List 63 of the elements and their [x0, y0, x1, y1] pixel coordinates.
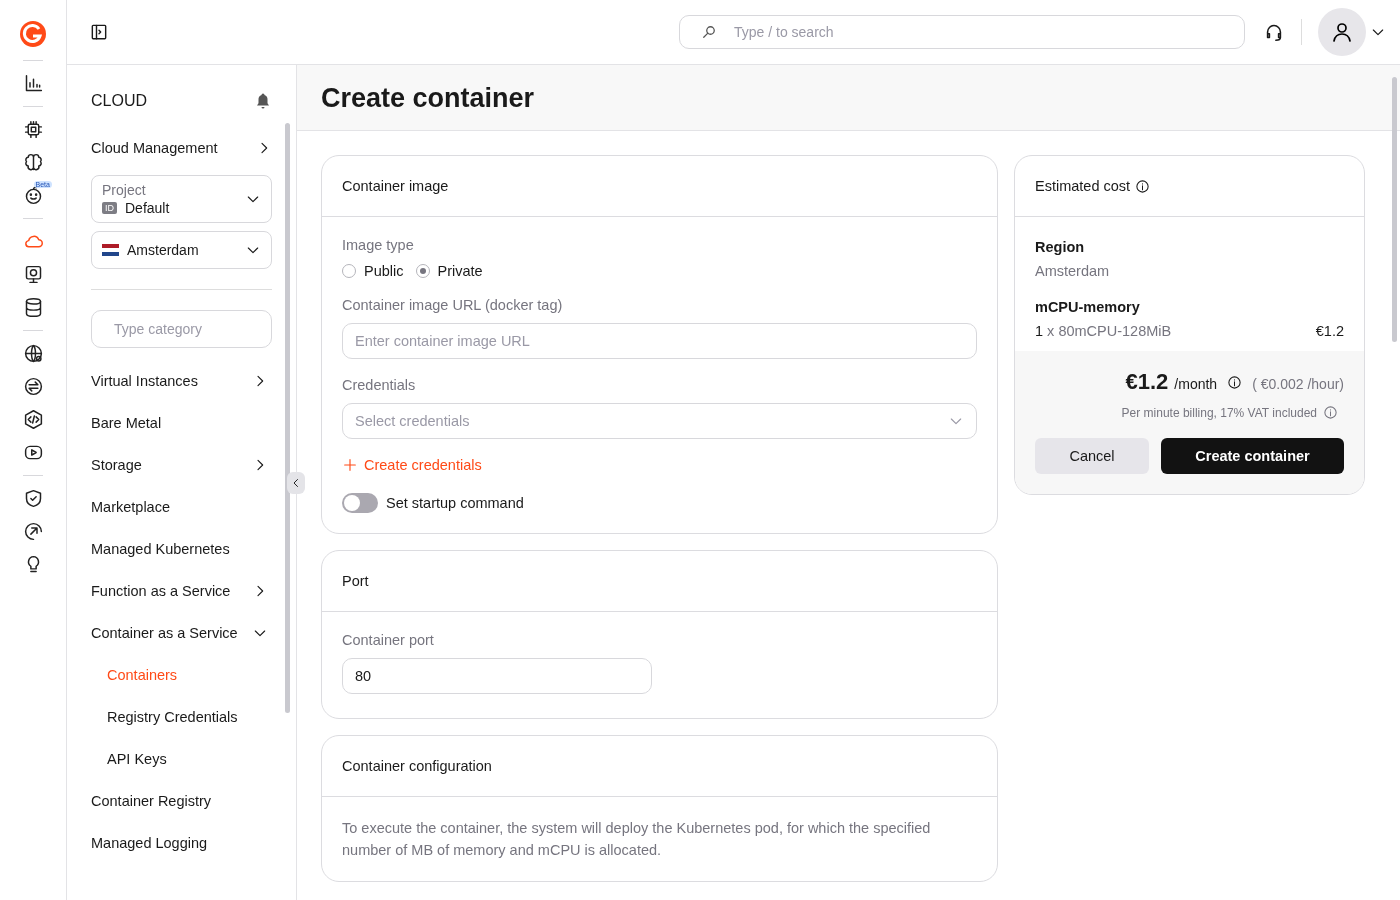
card-title: Container configuration	[322, 736, 997, 797]
nav-item[interactable]: Virtual Instances	[91, 360, 272, 402]
nav-item[interactable]: Storage	[91, 444, 272, 486]
plus-icon	[342, 457, 358, 473]
create-button[interactable]: Create container	[1161, 438, 1344, 474]
search-icon	[700, 23, 718, 41]
radio-option[interactable]: Public	[342, 263, 404, 279]
code-hexagon-icon[interactable]	[22, 409, 44, 430]
avatar-button[interactable]	[1318, 8, 1366, 56]
region-value: Amsterdam	[1035, 263, 1111, 279]
cloud-management-menu[interactable]: Cloud Management	[91, 127, 272, 169]
logo-icon[interactable]	[19, 20, 47, 48]
globe-icon[interactable]	[22, 343, 44, 364]
description-text: To execute the container, the system will deploy the Kubernetes pod, for which the specified number of MB of memory and mCPU is allocated.	[342, 819, 932, 860]
nav-item[interactable]: Container as a Service	[91, 612, 272, 654]
card-title: Estimated cost	[1035, 178, 1131, 194]
info-icon	[1323, 405, 1338, 420]
nav-item[interactable]: Managed Kubernetes	[91, 528, 272, 570]
search-field[interactable]: Type / to search	[679, 15, 1245, 49]
card-title: Port	[322, 551, 997, 612]
url-input-field[interactable]: Enter container image URL	[342, 323, 977, 359]
hourly-price: ( €0.002 /hour)	[1252, 376, 1344, 392]
category-search-field[interactable]: Type category	[91, 310, 272, 348]
info-icon	[1135, 178, 1151, 194]
section-title: CLOUD	[91, 92, 147, 110]
field-label: Container image URL (docker tag)	[342, 297, 564, 313]
billing-note: Per minute billing, 17% VAT included	[1121, 405, 1317, 420]
info-icon	[1227, 374, 1243, 390]
toggle-label: Set startup command	[386, 495, 524, 511]
bell-icon[interactable]	[254, 92, 272, 110]
field-label: Credentials	[342, 377, 417, 393]
brain-icon[interactable]	[22, 152, 44, 173]
resource-text: x 80mCPU-128MiB	[1047, 323, 1172, 339]
field-label: Container port	[342, 632, 435, 648]
cancel-button[interactable]: Cancel	[1035, 438, 1149, 474]
region-label: Region	[1035, 239, 1086, 255]
nav-item[interactable]: Marketplace	[91, 486, 272, 528]
search-input[interactable]: Type / to search	[732, 23, 1224, 41]
nav-item[interactable]: Function as a Service	[91, 570, 272, 612]
total-price: €1.2	[1125, 369, 1169, 395]
toggle-switch[interactable]	[342, 493, 378, 513]
nav-item[interactable]: Managed Logging	[91, 822, 272, 864]
nav-item[interactable]: Bare Metal	[91, 402, 272, 444]
quantity-text: 1	[1035, 323, 1044, 339]
collapse-handle[interactable]	[287, 472, 305, 494]
sidebar-toggle-icon	[89, 22, 109, 42]
period-text: /month	[1174, 376, 1218, 392]
user-icon	[1330, 20, 1354, 44]
nav-item[interactable]: Registry Credentials	[91, 696, 272, 738]
port-input-field[interactable]: 80	[342, 658, 652, 694]
field-label: Image type	[342, 237, 415, 253]
arrow-circle-icon[interactable]	[22, 521, 44, 542]
nav-item[interactable]: Container Registry	[91, 780, 272, 822]
project-select[interactable]: Project ID Default	[91, 175, 272, 223]
chip-icon[interactable]	[22, 119, 44, 140]
nav-item[interactable]: API Keys	[91, 738, 272, 780]
region-select[interactable]: Amsterdam	[91, 231, 272, 269]
radio-option[interactable]: Private	[415, 263, 483, 279]
swap-arrows-icon[interactable]	[22, 376, 44, 397]
resource-label: mCPU-memory	[1035, 299, 1141, 315]
card-title: Container image	[322, 156, 997, 217]
flag-icon	[102, 244, 119, 256]
price-text: €1.2	[1315, 323, 1344, 339]
